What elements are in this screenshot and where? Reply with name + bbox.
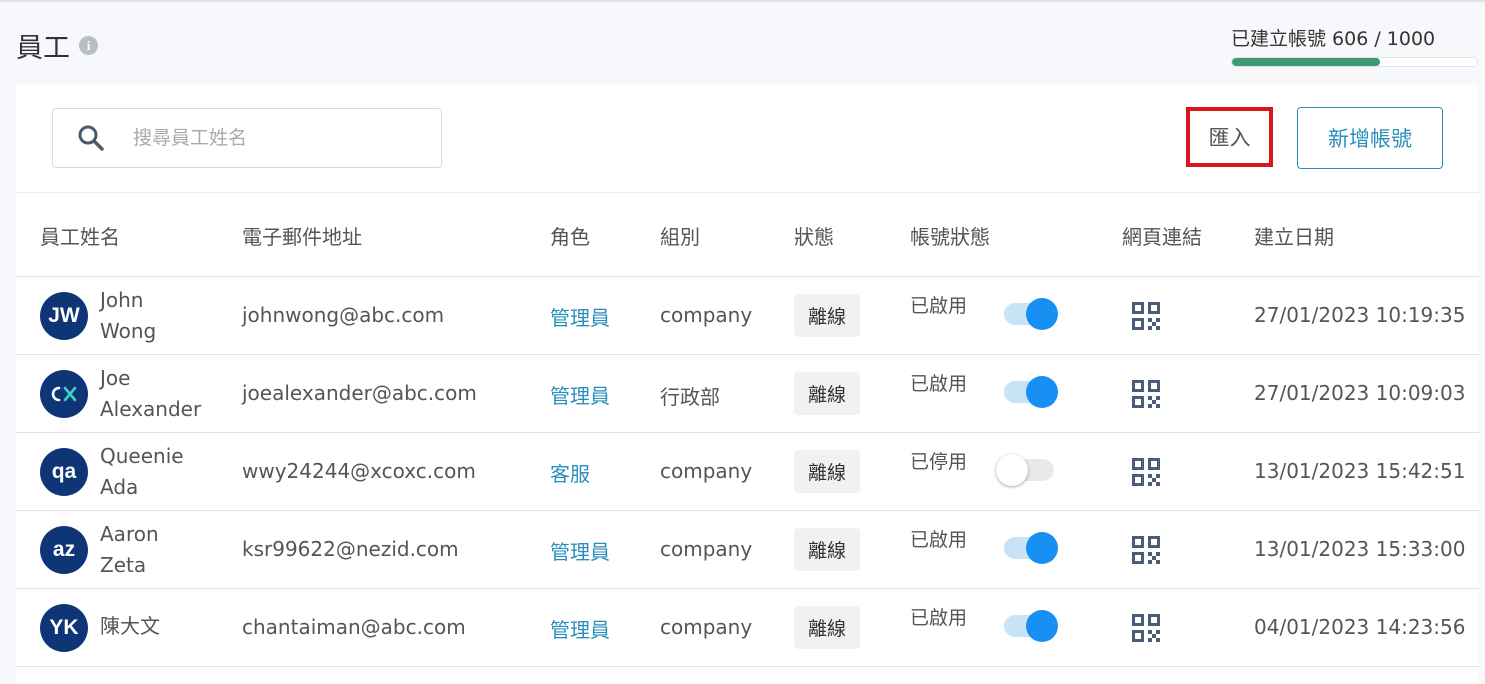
top-divider <box>0 0 1485 2</box>
employee-name-line2: Zeta <box>100 553 147 577</box>
column-header-role[interactable]: 角色 <box>550 221 590 250</box>
created-date-cell: 27/01/2023 10:09:03 <box>1254 381 1466 405</box>
employee-name: Queenie Ada <box>100 441 220 503</box>
employee-name-line1: 陳大文 <box>100 614 160 638</box>
status-badge: 離線 <box>794 606 860 649</box>
qr-code-icon[interactable] <box>1132 380 1160 408</box>
employee-name: Aaron Zeta <box>100 519 220 581</box>
created-date-cell: 04/01/2023 14:23:56 <box>1254 615 1466 639</box>
qr-code-icon[interactable] <box>1132 614 1160 642</box>
account-status-label: 已啟用 <box>910 373 968 395</box>
avatar-initials: YK <box>49 616 79 639</box>
quota-progress-fill <box>1232 58 1381 66</box>
qr-code-icon[interactable] <box>1132 536 1160 564</box>
role-link[interactable]: 管理員 <box>550 614 610 643</box>
avatar-initials: az <box>52 538 76 561</box>
status-badge: 離線 <box>794 528 860 571</box>
employee-name: Joe Alexander <box>100 363 220 425</box>
avatar-initials: JW <box>48 304 80 327</box>
table-row[interactable]: az Aaron Zeta ksr99622@nezid.com 管理員 company 離… <box>16 511 1479 589</box>
column-header-created-date[interactable]: 建立日期 <box>1254 221 1334 250</box>
qr-code-icon[interactable] <box>1132 458 1160 486</box>
avatar-initials: qa <box>51 460 77 483</box>
employee-name: 陳大文 <box>100 611 220 642</box>
group-cell: company <box>660 303 753 327</box>
employee-name-line2: Ada <box>100 475 139 499</box>
role-link[interactable]: 客服 <box>550 458 590 487</box>
account-enable-toggle[interactable] <box>1004 610 1058 642</box>
group-cell: company <box>660 537 753 561</box>
toolbar: 匯入 新增帳號 <box>16 84 1479 193</box>
search-icon <box>78 125 104 151</box>
toggle-knob <box>1026 376 1058 408</box>
search-input[interactable] <box>133 127 413 149</box>
table-row[interactable]: YK 陳大文 chantaiman@abc.com 管理員 company 離線 已啟用 04… <box>16 589 1479 667</box>
toggle-knob <box>996 454 1028 486</box>
account-enable-toggle[interactable] <box>1004 298 1058 330</box>
account-quota: 已建立帳號 606 / 1000 <box>1231 24 1479 67</box>
table-row[interactable]: Joe Alexander joealexander@abc.com 管理員 行政部 離線… <box>16 355 1479 433</box>
status-badge: 離線 <box>794 372 860 415</box>
column-header-name[interactable]: 員工姓名 <box>40 221 120 250</box>
toggle-knob <box>1026 610 1058 642</box>
created-date-cell: 13/01/2023 15:33:00 <box>1254 537 1466 561</box>
info-icon[interactable]: i <box>79 36 98 55</box>
role-link[interactable]: 管理員 <box>550 380 610 409</box>
created-date-cell: 27/01/2023 10:19:35 <box>1254 303 1466 327</box>
qr-code-icon[interactable] <box>1132 302 1160 330</box>
avatar: JW <box>40 292 88 340</box>
role-link[interactable]: 管理員 <box>550 302 610 331</box>
search-box[interactable] <box>52 108 442 168</box>
status-badge: 離線 <box>794 450 860 493</box>
company-logo-icon <box>51 386 77 402</box>
account-status-label: 已停用 <box>910 451 968 473</box>
created-date-cell: 13/01/2023 15:42:51 <box>1254 459 1466 483</box>
employee-name-line1: Aaron <box>100 522 159 546</box>
group-cell: 行政部 <box>660 385 720 409</box>
import-button[interactable]: 匯入 <box>1186 107 1273 167</box>
group-cell: company <box>660 459 753 483</box>
email-cell: johnwong@abc.com <box>242 303 445 327</box>
quota-progress-bar <box>1231 57 1478 67</box>
role-link[interactable]: 管理員 <box>550 536 610 565</box>
column-header-account-status[interactable]: 帳號狀態 <box>910 221 990 250</box>
toggle-knob <box>1026 298 1058 330</box>
table-row[interactable]: JW John Wong johnwong@abc.com 管理員 company 離線 已啟… <box>16 277 1479 355</box>
table-header: 員工姓名 電子郵件地址 角色 組別 狀態 帳號狀態 網頁連結 建立日期 <box>16 193 1479 277</box>
avatar: qa <box>40 448 88 496</box>
employee-name-line2: Wong <box>100 319 157 343</box>
column-header-group[interactable]: 組別 <box>660 221 700 250</box>
email-cell: joealexander@abc.com <box>242 381 477 405</box>
account-status-label: 已啟用 <box>910 295 968 317</box>
group-cell: company <box>660 615 753 639</box>
account-enable-toggle[interactable] <box>996 454 1054 486</box>
employee-name-line1: Queenie <box>100 444 184 468</box>
employee-name-line1: John <box>100 288 144 312</box>
employee-card: 匯入 新增帳號 員工姓名 電子郵件地址 角色 組別 狀態 帳號狀態 網頁連結 建… <box>16 84 1479 684</box>
account-status-label: 已啟用 <box>910 607 968 629</box>
employee-name-line1: Joe <box>100 366 131 390</box>
avatar: az <box>40 526 88 574</box>
column-header-web-link[interactable]: 網頁連結 <box>1122 221 1202 250</box>
column-header-status[interactable]: 狀態 <box>794 221 834 250</box>
account-enable-toggle[interactable] <box>1004 376 1058 408</box>
toggle-knob <box>1026 532 1058 564</box>
employee-name-line2: Alexander <box>100 397 202 421</box>
table-row[interactable]: qa Queenie Ada wwy24244@xcoxc.com 客服 company 離… <box>16 433 1479 511</box>
employee-name: John Wong <box>100 285 220 347</box>
email-cell: ksr99622@nezid.com <box>242 537 459 561</box>
page-title: 員工 i <box>16 26 98 65</box>
avatar <box>40 370 88 418</box>
quota-text: 已建立帳號 606 / 1000 <box>1231 28 1436 50</box>
status-badge: 離線 <box>794 294 860 337</box>
page-title-text: 員工 <box>16 33 70 64</box>
column-header-email[interactable]: 電子郵件地址 <box>242 221 362 250</box>
avatar: YK <box>40 604 88 652</box>
add-account-button[interactable]: 新增帳號 <box>1297 107 1443 169</box>
email-cell: chantaiman@abc.com <box>242 615 466 639</box>
email-cell: wwy24244@xcoxc.com <box>242 459 476 483</box>
account-status-label: 已啟用 <box>910 529 968 551</box>
account-enable-toggle[interactable] <box>1004 532 1058 564</box>
